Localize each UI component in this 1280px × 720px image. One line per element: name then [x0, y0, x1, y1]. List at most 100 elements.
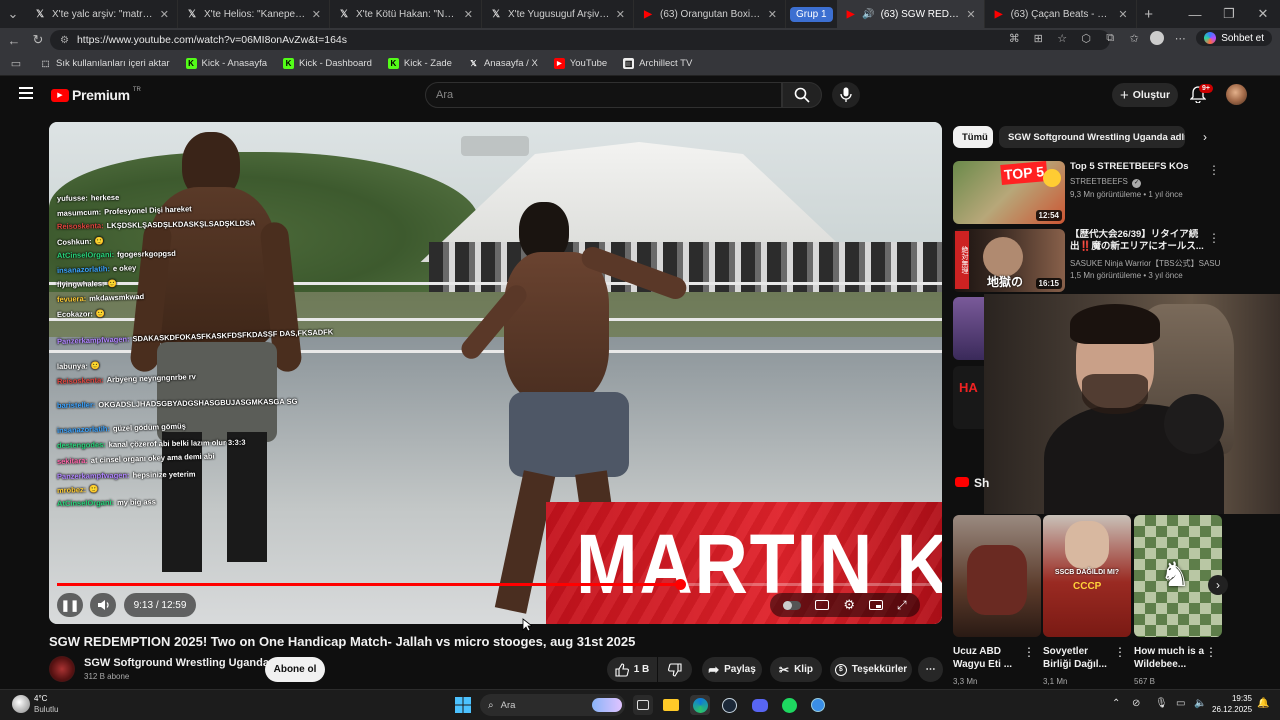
- favorites-icon[interactable]: ✩: [1126, 30, 1142, 46]
- tray-chevron-icon[interactable]: ⌃: [1112, 698, 1120, 709]
- bookmark-kick-dashboard[interactable]: K Kick - Dashboard: [277, 56, 378, 71]
- miniplayer-icon[interactable]: [869, 600, 884, 610]
- thanks-button[interactable]: $ Teşekkürler: [830, 657, 912, 682]
- copilot-chat-button[interactable]: Sohbet et: [1196, 30, 1272, 46]
- microphone-icon[interactable]: 🎙: [1155, 698, 1168, 709]
- spotify-icon[interactable]: [779, 695, 799, 715]
- recommendation-thumbnail-partial[interactable]: HA: [953, 366, 985, 429]
- close-icon[interactable]: ✕: [312, 8, 321, 21]
- chip-channel[interactable]: SGW Softground Wrestling Uganda adlı yük: [999, 126, 1185, 148]
- chip-all[interactable]: Tümü: [953, 126, 993, 148]
- channel-name[interactable]: SGW Softground Wrestling Uganda: [84, 657, 269, 669]
- more-actions-button[interactable]: ⋯: [918, 657, 943, 682]
- bookmark-youtube[interactable]: ▶ YouTube: [548, 56, 613, 71]
- bookmark-archillect[interactable]: ▥ Archillect TV: [617, 56, 698, 71]
- app-icon[interactable]: [808, 695, 828, 715]
- tab-group-label[interactable]: Grup 1: [790, 6, 833, 22]
- back-icon[interactable]: ←: [2, 28, 26, 52]
- more-vert-icon[interactable]: ⋮: [1208, 231, 1220, 245]
- autoplay-toggle-icon[interactable]: [783, 600, 802, 610]
- extensions-icon[interactable]: ⬡: [1078, 30, 1094, 46]
- clip-button[interactable]: ✂ Klip: [770, 657, 822, 682]
- speaker-icon[interactable]: 🔊: [862, 8, 874, 20]
- volume-button[interactable]: [90, 593, 116, 617]
- close-icon[interactable]: ✕: [616, 8, 625, 21]
- close-icon[interactable]: ✕: [160, 8, 169, 21]
- subtitles-icon[interactable]: [815, 600, 830, 610]
- clock-time[interactable]: 19:35: [1226, 694, 1252, 703]
- shorts-next-chevron-icon[interactable]: ›: [1208, 575, 1228, 595]
- settings-gear-icon[interactable]: ⚙: [843, 597, 855, 613]
- short-2-thumbnail[interactable]: SSCB DAĞILDI MI? СССР: [1043, 515, 1131, 637]
- tab-active[interactable]: ▶ 🔊 (63) SGW REDEMPTION 202 ✕: [836, 0, 985, 28]
- tab-1[interactable]: 𝕏 X'te yalc arşiv: "matrix - neden b ✕: [26, 0, 178, 28]
- maximize-icon[interactable]: ❐: [1212, 2, 1246, 26]
- tab-7[interactable]: ▶ (63) Çaçan Beats - Lucifer [ Offic ✕: [985, 0, 1137, 28]
- minimize-icon[interactable]: —: [1178, 2, 1212, 26]
- new-tab-icon[interactable]: +: [1137, 2, 1161, 26]
- edge-icon[interactable]: [690, 695, 710, 715]
- translate-icon[interactable]: ⌘: [1006, 30, 1022, 46]
- close-icon[interactable]: ✕: [464, 8, 473, 21]
- close-icon[interactable]: ✕: [768, 8, 777, 21]
- progress-scrubber[interactable]: [674, 579, 686, 590]
- tab-list-chevron-icon[interactable]: ⌄: [0, 2, 26, 26]
- channel-avatar[interactable]: [49, 656, 75, 682]
- more-vert-icon[interactable]: ⋮: [1208, 163, 1220, 177]
- account-avatar[interactable]: [1226, 84, 1247, 105]
- discord-icon[interactable]: [750, 695, 770, 715]
- url-field[interactable]: ⚙ https://www.youtube.com/watch?v=06MI8o…: [50, 30, 1110, 50]
- close-icon[interactable]: ✕: [966, 8, 975, 21]
- video-player[interactable]: MARTIN K yufusse: herkese masumcum: Profesy…: [49, 122, 942, 624]
- like-button[interactable]: 1 B: [607, 657, 657, 682]
- bookmark-kick-anasayfa[interactable]: K Kick - Anasayfa: [180, 56, 273, 71]
- recommendation-2[interactable]: 絶対無理 地獄の 16:15 【歴代大会26/39】リタイア続出‼️魔の新エリア…: [953, 229, 1273, 293]
- network-icon[interactable]: ▭: [1176, 698, 1185, 709]
- volume-icon[interactable]: 🔈: [1194, 698, 1206, 709]
- progress-bar[interactable]: [57, 579, 934, 590]
- recommendation-1[interactable]: TOP 5 12:54 Top 5 STREETBEEFS KOs STREET…: [953, 161, 1273, 225]
- clock-date[interactable]: 26.12.2025: [1212, 705, 1252, 714]
- subscribe-button[interactable]: Abone ol: [265, 657, 325, 682]
- search-button[interactable]: [782, 82, 822, 108]
- short-title[interactable]: How much is a Wildebee...: [1134, 645, 1208, 671]
- tray-app-icon[interactable]: ⊘: [1132, 698, 1140, 709]
- task-view-icon[interactable]: [633, 695, 653, 715]
- weather-icon[interactable]: [12, 695, 30, 713]
- short-title[interactable]: Ucuz ABD Wagyu Eti ...: [953, 645, 1027, 671]
- menu-icon[interactable]: [19, 87, 33, 99]
- profile-avatar-icon[interactable]: [1150, 31, 1165, 45]
- short-3-thumbnail[interactable]: ♞: [1134, 515, 1222, 637]
- pause-button[interactable]: ❚❚: [57, 593, 83, 617]
- star-icon[interactable]: ☆: [1054, 30, 1070, 46]
- tab-2[interactable]: 𝕏 X'te Helios: "Kanepede sızıp kalı ✕: [178, 0, 330, 28]
- notifications-button[interactable]: 9+: [1189, 84, 1213, 104]
- tab-5[interactable]: ▶ (63) Orangutan Boxing - YouTub ✕: [634, 0, 786, 28]
- fullscreen-icon[interactable]: ⤢: [897, 598, 907, 613]
- close-icon[interactable]: ✕: [1118, 8, 1127, 21]
- steam-icon[interactable]: [719, 695, 739, 715]
- more-vert-icon[interactable]: ⋮: [1114, 645, 1126, 659]
- more-vert-icon[interactable]: ⋮: [1205, 645, 1217, 659]
- window-close-icon[interactable]: ✕: [1246, 2, 1280, 26]
- youtube-premium-logo[interactable]: ▶ Premium TR: [51, 87, 141, 103]
- taskbar-search[interactable]: ⌕ Ara: [480, 694, 625, 716]
- search-input[interactable]: Ara: [425, 82, 782, 108]
- site-info-icon[interactable]: ⚙: [60, 35, 69, 46]
- create-button[interactable]: + Oluştur: [1112, 83, 1178, 107]
- recommendation-thumbnail-partial[interactable]: [953, 297, 985, 360]
- notification-bell-icon[interactable]: 🔔: [1257, 698, 1269, 709]
- share-button[interactable]: ➦ Paylaş: [702, 657, 762, 682]
- voice-search-button[interactable]: [832, 82, 860, 108]
- split-view-icon[interactable]: ⧉: [1102, 30, 1118, 46]
- sidebar-toggle-icon[interactable]: ▭: [8, 56, 24, 72]
- short-title[interactable]: Sovyetler Birliği Dağıl...: [1043, 645, 1117, 671]
- start-button[interactable]: [453, 695, 473, 715]
- apps-icon[interactable]: ⊞: [1030, 30, 1046, 46]
- tab-4[interactable]: 𝕏 X'te Yugusuguf Arşiv: "donald tr ✕: [482, 0, 634, 28]
- bookmark-x[interactable]: 𝕏 Anasayfa / X: [462, 56, 544, 71]
- file-explorer-icon[interactable]: [661, 695, 681, 715]
- tab-3[interactable]: 𝕏 X'te Kötü Hakan: "Nobel verilme ✕: [330, 0, 482, 28]
- short-1-thumbnail[interactable]: [953, 515, 1041, 637]
- bookmark-import[interactable]: ⬚ Sık kullanılanları içeri aktar: [34, 56, 176, 71]
